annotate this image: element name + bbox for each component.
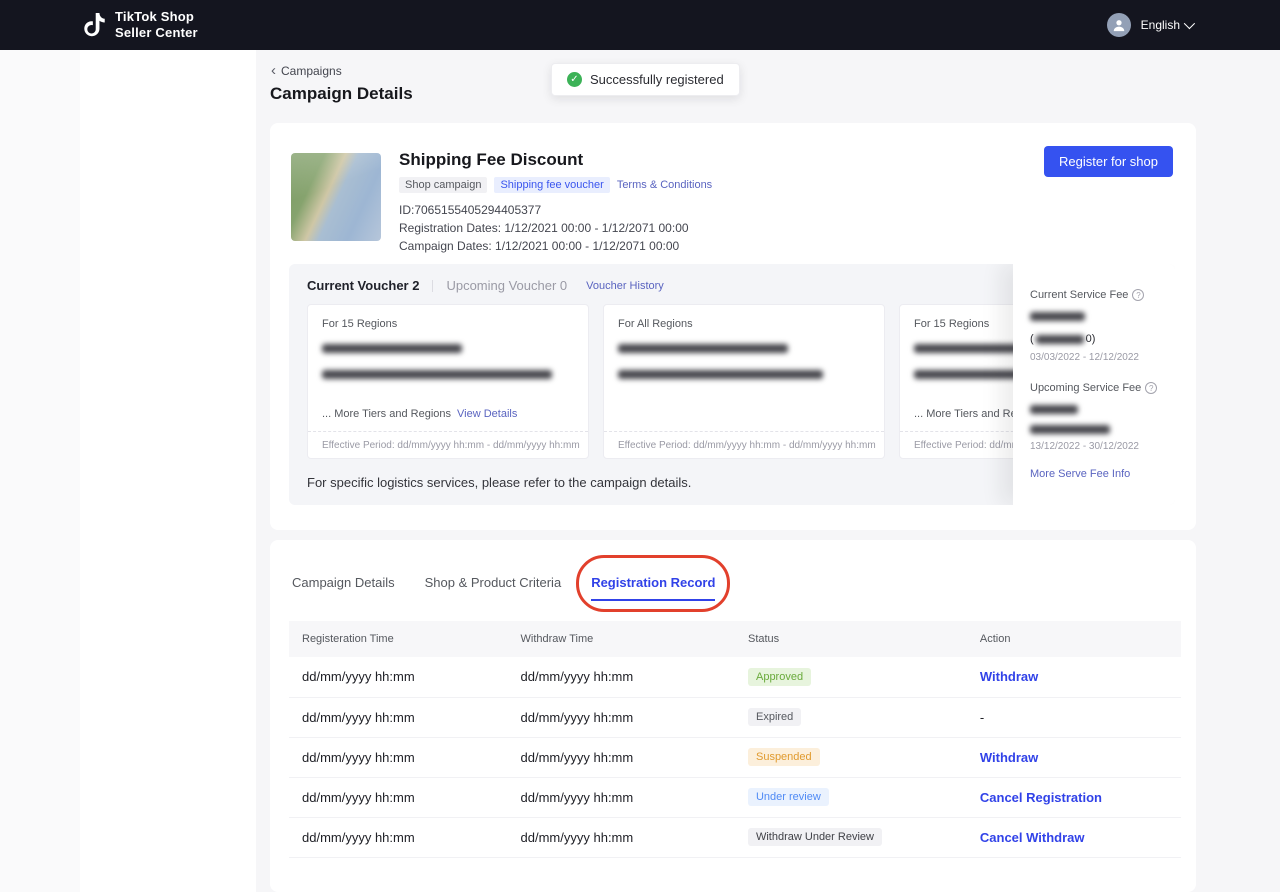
status-badge: Expired — [748, 708, 801, 726]
tab-registration-record-label: Registration Record — [591, 575, 715, 590]
redacted-value — [618, 370, 823, 379]
record-tabs: Campaign Details Shop & Product Criteria… — [292, 575, 715, 590]
tab-shop-product-criteria[interactable]: Shop & Product Criteria — [425, 575, 562, 590]
registration-time-cell: dd/mm/yyyy hh:mm — [289, 697, 508, 737]
current-fee-period: 03/03/2022 - 12/12/2022 — [1030, 352, 1158, 363]
voucher-panel: Current Voucher 2 Upcoming Voucher 0 Vou… — [289, 264, 1175, 505]
campaign-type-tag: Shop campaign — [399, 177, 487, 193]
table-row: dd/mm/yyyy hh:mm dd/mm/yyyy hh:mm Approv… — [289, 657, 1181, 697]
voucher-card: For 15 Regions ... More Tiers and Region… — [307, 304, 589, 459]
back-chevron-icon: ‹ — [271, 66, 276, 76]
active-tab-underline — [591, 599, 715, 601]
campaign-title: Shipping Fee Discount — [399, 150, 712, 170]
chevron-down-icon — [1184, 18, 1195, 29]
tab-campaign-details[interactable]: Campaign Details — [292, 575, 395, 590]
logistics-note: For specific logistics services, please … — [307, 475, 691, 490]
withdraw-time-cell: dd/mm/yyyy hh:mm — [508, 737, 735, 777]
record-card: Campaign Details Shop & Product Criteria… — [270, 540, 1196, 892]
withdraw-link[interactable]: Withdraw — [980, 750, 1038, 765]
brand-text: TikTok Shop Seller Center — [115, 9, 198, 40]
withdraw-time-cell: dd/mm/yyyy hh:mm — [508, 697, 735, 737]
language-selector[interactable]: English — [1141, 18, 1192, 32]
withdraw-time-cell: dd/mm/yyyy hh:mm — [508, 817, 735, 857]
brand-logo[interactable]: TikTok Shop Seller Center — [84, 9, 198, 40]
redacted-value — [1030, 405, 1078, 414]
tab-upcoming-voucher[interactable]: Upcoming Voucher 0 — [446, 278, 567, 293]
cancel-registration-link[interactable]: Cancel Registration — [980, 790, 1102, 805]
success-toast: ✓ Successfully registered — [551, 63, 740, 96]
registration-time-cell: dd/mm/yyyy hh:mm — [289, 737, 508, 777]
upcoming-fee-period: 13/12/2022 - 30/12/2022 — [1030, 441, 1158, 452]
tiktok-logo-icon — [84, 13, 106, 38]
voucher-region-label: For All Regions — [618, 318, 870, 330]
terms-conditions-link[interactable]: Terms & Conditions — [617, 179, 712, 191]
breadcrumb[interactable]: ‹ Campaigns — [271, 64, 342, 78]
more-tiers-label: ... More Tiers and Regions — [322, 408, 451, 420]
effective-period: Effective Period: dd/mm/yyyy hh:mm - dd/… — [604, 431, 884, 458]
main-content: ‹ Campaigns Campaign Details ✓ Successfu… — [256, 50, 1280, 892]
register-for-shop-button[interactable]: Register for shop — [1044, 146, 1173, 177]
withdraw-time-cell: dd/mm/yyyy hh:mm — [508, 657, 735, 697]
withdraw-link[interactable]: Withdraw — [980, 669, 1038, 684]
sidebar-rail — [0, 50, 80, 892]
tab-voucher-history[interactable]: Voucher History — [586, 280, 664, 292]
status-badge: Suspended — [748, 748, 820, 766]
redacted-value — [322, 344, 462, 353]
tab-registration-record[interactable]: Registration Record — [591, 575, 715, 590]
fee-prefix: ( — [1030, 333, 1034, 345]
registration-time-cell: dd/mm/yyyy hh:mm — [289, 657, 508, 697]
campaign-card: Shipping Fee Discount Shop campaign Ship… — [270, 123, 1196, 530]
redacted-value — [618, 344, 788, 353]
effective-period: Effective Period: dd/mm/yyyy hh:mm - dd/… — [308, 431, 588, 458]
redacted-value — [1036, 335, 1084, 344]
status-badge: Approved — [748, 668, 811, 686]
redacted-value — [1030, 312, 1085, 321]
help-icon[interactable]: ? — [1132, 289, 1144, 301]
status-badge: Withdraw Under Review — [748, 828, 882, 846]
header-withdraw-time: Withdraw Time — [508, 621, 735, 657]
redacted-value — [1030, 425, 1110, 434]
status-badge: Under review — [748, 788, 829, 806]
tab-current-voucher[interactable]: Current Voucher 2 — [307, 278, 419, 293]
withdraw-time-cell: dd/mm/yyyy hh:mm — [508, 777, 735, 817]
registration-dates: Registration Dates: 1/12/2021 00:00 - 1/… — [399, 219, 712, 237]
table-header-row: Registeration Time Withdraw Time Status … — [289, 621, 1181, 657]
help-icon[interactable]: ? — [1145, 382, 1157, 394]
table-row: dd/mm/yyyy hh:mm dd/mm/yyyy hh:mm Expire… — [289, 697, 1181, 737]
voucher-type-tag: Shipping fee voucher — [494, 177, 609, 193]
header-status: Status — [735, 621, 967, 657]
fee-suffix: 0) — [1086, 333, 1096, 345]
left-sidebar — [80, 50, 256, 892]
toast-message: Successfully registered — [590, 72, 724, 87]
campaign-info: Shipping Fee Discount Shop campaign Ship… — [399, 150, 712, 255]
language-label: English — [1141, 18, 1180, 32]
table-row: dd/mm/yyyy hh:mm dd/mm/yyyy hh:mm Suspen… — [289, 737, 1181, 777]
check-icon: ✓ — [567, 72, 582, 87]
more-service-fee-link[interactable]: More Serve Fee Info — [1030, 468, 1158, 480]
voucher-region-label: For 15 Regions — [322, 318, 574, 330]
campaign-thumbnail — [291, 153, 381, 241]
registration-time-cell: dd/mm/yyyy hh:mm — [289, 817, 508, 857]
cancel-withdraw-link[interactable]: Cancel Withdraw — [980, 830, 1085, 845]
tab-divider — [432, 280, 433, 292]
voucher-card: For All Regions Effective Period: dd/mm/… — [603, 304, 885, 459]
no-action-dash: - — [980, 710, 984, 725]
upcoming-service-fee-label: Upcoming Service Fee — [1030, 382, 1141, 394]
header-action: Action — [967, 621, 1181, 657]
redacted-value — [322, 370, 552, 379]
breadcrumb-label: Campaigns — [281, 64, 342, 78]
user-avatar[interactable] — [1107, 13, 1131, 37]
registration-time-cell: dd/mm/yyyy hh:mm — [289, 777, 508, 817]
table-row: dd/mm/yyyy hh:mm dd/mm/yyyy hh:mm Withdr… — [289, 817, 1181, 857]
header-registration-time: Registeration Time — [289, 621, 508, 657]
current-service-fee-label: Current Service Fee — [1030, 289, 1128, 301]
campaign-dates: Campaign Dates: 1/12/2021 00:00 - 1/12/2… — [399, 237, 712, 255]
top-header: TikTok Shop Seller Center English — [0, 0, 1280, 50]
campaign-id: ID:7065155405294405377 — [399, 201, 712, 219]
table-row: dd/mm/yyyy hh:mm dd/mm/yyyy hh:mm Under … — [289, 777, 1181, 817]
view-details-link[interactable]: View Details — [457, 408, 517, 420]
service-fee-panel: Current Service Fee ? ( 0) 03/03/2022 - … — [1013, 264, 1175, 505]
page-title: Campaign Details — [270, 84, 413, 104]
registration-record-table: Registeration Time Withdraw Time Status … — [289, 621, 1181, 858]
